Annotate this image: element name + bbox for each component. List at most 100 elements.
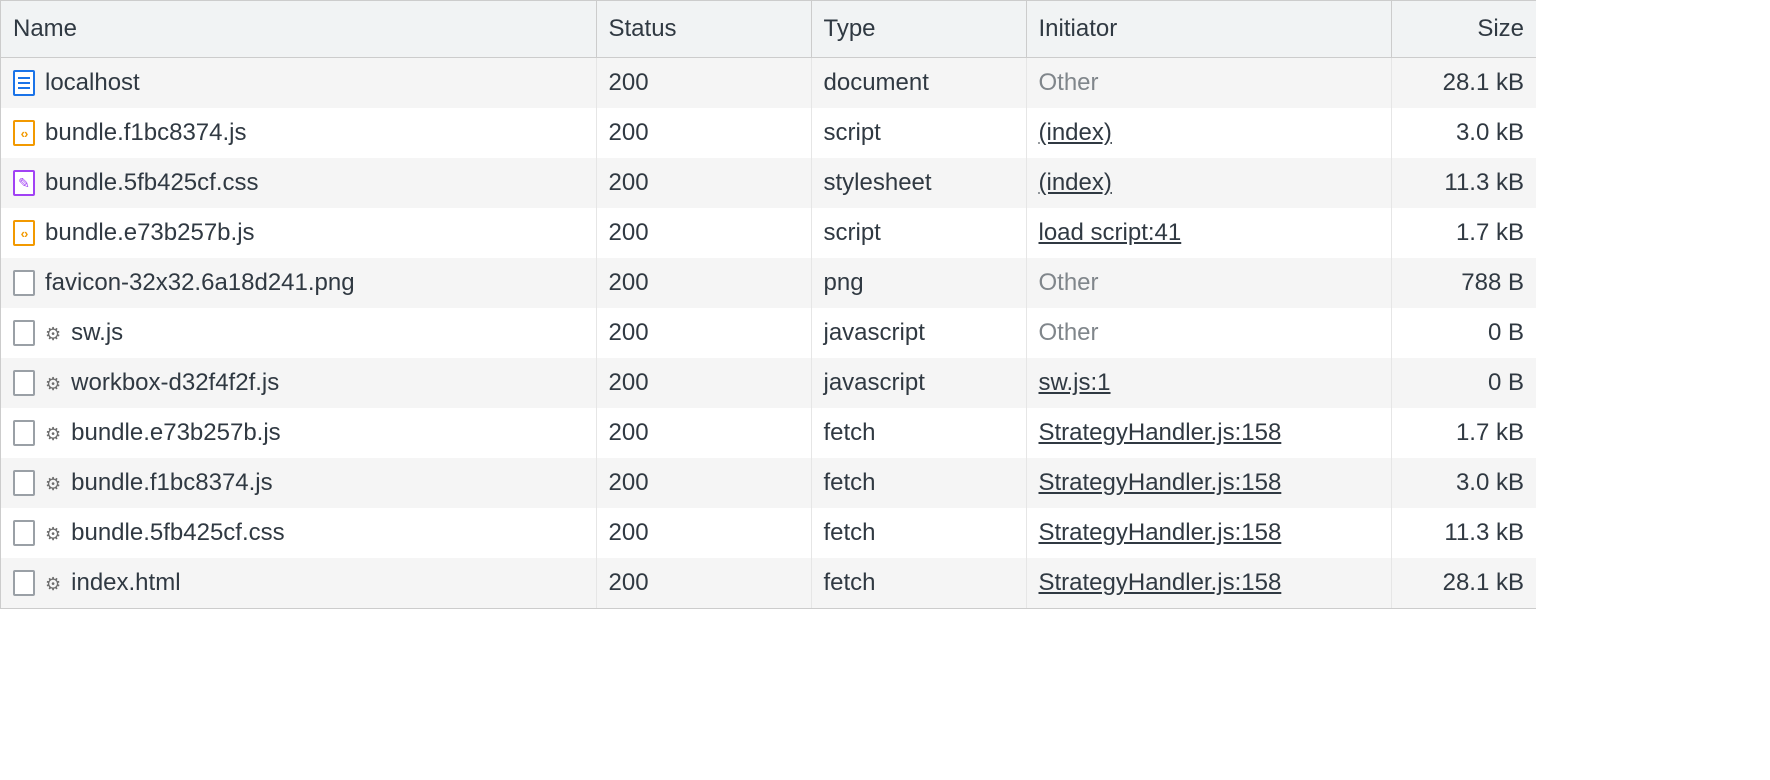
cell-size: 1.7 kB: [1391, 408, 1536, 458]
js-file-icon: [13, 220, 35, 246]
request-name: bundle.f1bc8374.js: [45, 119, 247, 147]
cell-status: 200: [596, 408, 811, 458]
initiator-link[interactable]: StrategyHandler.js:158: [1039, 419, 1282, 446]
initiator-link[interactable]: StrategyHandler.js:158: [1039, 569, 1282, 596]
request-name: bundle.e73b257b.js: [71, 419, 281, 447]
table-row[interactable]: ⚙sw.js200javascript Other 0 B: [1, 308, 1536, 358]
table-row[interactable]: bundle.5fb425cf.css 200stylesheet (index) 1…: [1, 158, 1536, 208]
cell-initiator[interactable]: (index): [1026, 108, 1391, 158]
table-row[interactable]: localhost200documentOther28.1 kB: [1, 58, 1536, 109]
initiator-link[interactable]: (index): [1039, 169, 1112, 196]
cell-type: fetch: [811, 558, 1026, 608]
initiator-link[interactable]: load script:41: [1039, 219, 1182, 246]
initiator-link[interactable]: sw.js:1: [1039, 369, 1111, 396]
generic-file-icon: [13, 420, 35, 446]
cell-status: 200: [596, 158, 811, 208]
document-file-icon: [13, 70, 35, 96]
cell-initiator[interactable]: load script:41: [1026, 208, 1391, 258]
network-table: Name Status Type Initiator Size localhos…: [1, 1, 1536, 608]
request-name: bundle.5fb425cf.css: [45, 169, 258, 197]
cell-initiator[interactable]: StrategyHandler.js:158: [1026, 508, 1391, 558]
cell-name[interactable]: ⚙bundle.5fb425cf.css: [1, 508, 596, 558]
cell-type: script: [811, 108, 1026, 158]
request-name: index.html: [71, 569, 180, 597]
cell-name[interactable]: localhost: [1, 58, 596, 109]
cell-name[interactable]: bundle.e73b257b.js: [1, 208, 596, 258]
network-panel: Name Status Type Initiator Size localhos…: [0, 0, 1536, 609]
column-header-status[interactable]: Status: [596, 1, 811, 58]
table-row[interactable]: ⚙bundle.5fb425cf.css200fetch StrategyHand…: [1, 508, 1536, 558]
column-header-initiator[interactable]: Initiator: [1026, 1, 1391, 58]
cell-status: 200: [596, 258, 811, 308]
cell-initiator[interactable]: StrategyHandler.js:158: [1026, 408, 1391, 458]
cell-initiator: Other: [1026, 58, 1391, 109]
cell-type: fetch: [811, 408, 1026, 458]
cell-name[interactable]: bundle.5fb425cf.css: [1, 158, 596, 208]
cell-name[interactable]: ⚙ bundle.f1bc8374.js: [1, 458, 596, 508]
generic-file-icon: [13, 370, 35, 396]
cell-name[interactable]: ⚙ bundle.e73b257b.js: [1, 408, 596, 458]
cell-type: javascript: [811, 358, 1026, 408]
initiator-link[interactable]: StrategyHandler.js:158: [1039, 469, 1282, 496]
request-name: bundle.e73b257b.js: [45, 219, 255, 247]
initiator-text: Other: [1039, 69, 1099, 96]
cell-status: 200: [596, 358, 811, 408]
cell-name[interactable]: ⚙sw.js: [1, 308, 596, 358]
table-row[interactable]: bundle.e73b257b.js 200script load script:4…: [1, 208, 1536, 258]
cell-status: 200: [596, 308, 811, 358]
gear-icon: ⚙: [45, 575, 61, 593]
cell-size: 0 B: [1391, 308, 1536, 358]
cell-initiator[interactable]: (index): [1026, 158, 1391, 208]
cell-size: 0 B: [1391, 358, 1536, 408]
table-row[interactable]: bundle.f1bc8374.js200script(index)3.0 kB: [1, 108, 1536, 158]
table-row[interactable]: ⚙ bundle.f1bc8374.js 200fetch StrategyHandl…: [1, 458, 1536, 508]
cell-initiator[interactable]: sw.js:1: [1026, 358, 1391, 408]
request-name: bundle.5fb425cf.css: [71, 519, 284, 547]
request-name: localhost: [45, 69, 140, 97]
cell-type: fetch: [811, 458, 1026, 508]
table-row[interactable]: ⚙ index.html 200fetch StrategyHandler.js:15…: [1, 558, 1536, 608]
column-header-type[interactable]: Type: [811, 1, 1026, 58]
cell-status: 200: [596, 58, 811, 109]
cell-status: 200: [596, 558, 811, 608]
cell-type: fetch: [811, 508, 1026, 558]
cell-status: 200: [596, 208, 811, 258]
cell-initiator[interactable]: StrategyHandler.js:158: [1026, 558, 1391, 608]
gear-icon: ⚙: [45, 475, 61, 493]
cell-status: 200: [596, 508, 811, 558]
cell-name[interactable]: ⚙ index.html: [1, 558, 596, 608]
table-row[interactable]: favicon-32x32.6a18d241.png200pngOther788…: [1, 258, 1536, 308]
cell-type: javascript: [811, 308, 1026, 358]
js-file-icon: [13, 120, 35, 146]
table-header-row: Name Status Type Initiator Size: [1, 1, 1536, 58]
table-row[interactable]: ⚙ bundle.e73b257b.js 200fetch StrategyHandl…: [1, 408, 1536, 458]
cell-initiator: Other: [1026, 258, 1391, 308]
cell-initiator[interactable]: StrategyHandler.js:158: [1026, 458, 1391, 508]
cell-size: 3.0 kB: [1391, 458, 1536, 508]
column-header-size[interactable]: Size: [1391, 1, 1536, 58]
generic-file-icon: [13, 270, 35, 296]
table-row[interactable]: ⚙workbox-d32f4f2f.js200javascript sw.js:1…: [1, 358, 1536, 408]
cell-status: 200: [596, 458, 811, 508]
cell-type: png: [811, 258, 1026, 308]
generic-file-icon: [13, 470, 35, 496]
initiator-text: Other: [1039, 319, 1099, 346]
initiator-link[interactable]: (index): [1039, 119, 1112, 146]
initiator-link[interactable]: StrategyHandler.js:158: [1039, 519, 1282, 546]
gear-icon: ⚙: [45, 425, 61, 443]
cell-name[interactable]: favicon-32x32.6a18d241.png: [1, 258, 596, 308]
cell-name[interactable]: bundle.f1bc8374.js: [1, 108, 596, 158]
request-name: workbox-d32f4f2f.js: [71, 369, 279, 397]
cell-type: script: [811, 208, 1026, 258]
cell-type: stylesheet: [811, 158, 1026, 208]
cell-name[interactable]: ⚙workbox-d32f4f2f.js: [1, 358, 596, 408]
cell-initiator: Other: [1026, 308, 1391, 358]
cell-size: 11.3 kB: [1391, 158, 1536, 208]
generic-file-icon: [13, 570, 35, 596]
column-header-name[interactable]: Name: [1, 1, 596, 58]
request-name: bundle.f1bc8374.js: [71, 469, 273, 497]
initiator-text: Other: [1039, 269, 1099, 296]
cell-size: 1.7 kB: [1391, 208, 1536, 258]
cell-size: 11.3 kB: [1391, 508, 1536, 558]
cell-size: 28.1 kB: [1391, 558, 1536, 608]
